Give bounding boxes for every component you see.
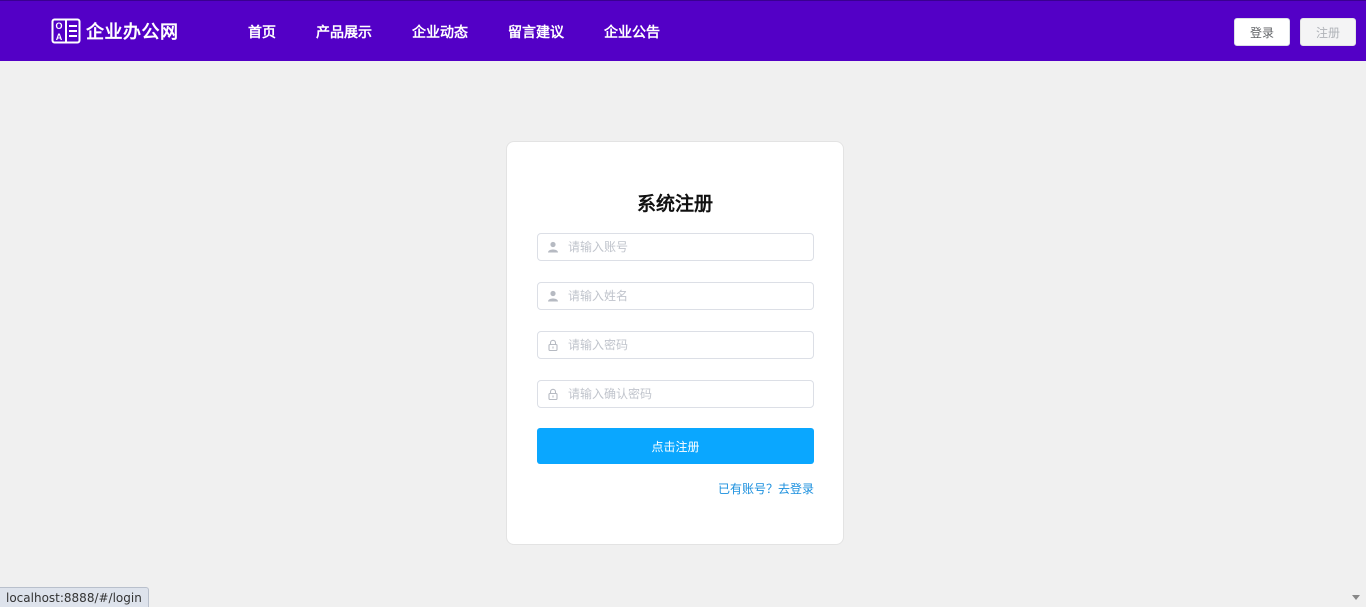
account-field: [537, 233, 814, 261]
password-input[interactable]: [568, 333, 808, 357]
go-to-login-link[interactable]: 已有账号？去登录: [718, 480, 814, 497]
lock-icon: [538, 381, 568, 407]
svg-text:O: O: [55, 21, 62, 31]
register-submit-button[interactable]: 点击注册: [537, 428, 814, 464]
nav-item-products[interactable]: 产品展示: [316, 22, 372, 42]
password-field: [537, 331, 814, 359]
register-title: 系统注册: [636, 193, 713, 215]
header-login-button[interactable]: 登录: [1234, 18, 1290, 46]
lock-icon: [538, 332, 568, 358]
header-register-button[interactable]: 注册: [1300, 18, 1356, 46]
nav-item-feedback[interactable]: 留言建议: [508, 22, 564, 42]
register-card: 系统注册 点击注册 已有账号？去登录: [506, 141, 844, 545]
nav-item-news[interactable]: 企业动态: [412, 22, 468, 42]
scroll-down-arrow-icon[interactable]: [1352, 595, 1360, 600]
nav-item-announcements[interactable]: 企业公告: [604, 22, 660, 42]
confirm-password-field: [537, 380, 814, 408]
oa-logo-icon: O A: [51, 18, 81, 44]
user-icon: [538, 283, 568, 309]
user-icon: [538, 234, 568, 260]
confirm-password-input[interactable]: [568, 382, 808, 406]
name-input[interactable]: [568, 284, 808, 308]
top-navbar: O A 企业办公网 首页 产品展示 企业动态 留言建议 企业公告 登录 注册: [0, 0, 1366, 61]
name-field: [537, 282, 814, 310]
nav-item-home[interactable]: 首页: [248, 22, 276, 42]
svg-text:A: A: [56, 32, 63, 42]
main-nav: 首页 产品展示 企业动态 留言建议 企业公告: [248, 1, 700, 62]
site-logo[interactable]: O A 企业办公网: [51, 17, 179, 45]
logo-text: 企业办公网: [86, 22, 179, 43]
account-input[interactable]: [568, 235, 808, 259]
browser-status-url: localhost:8888/#/login: [0, 587, 149, 607]
